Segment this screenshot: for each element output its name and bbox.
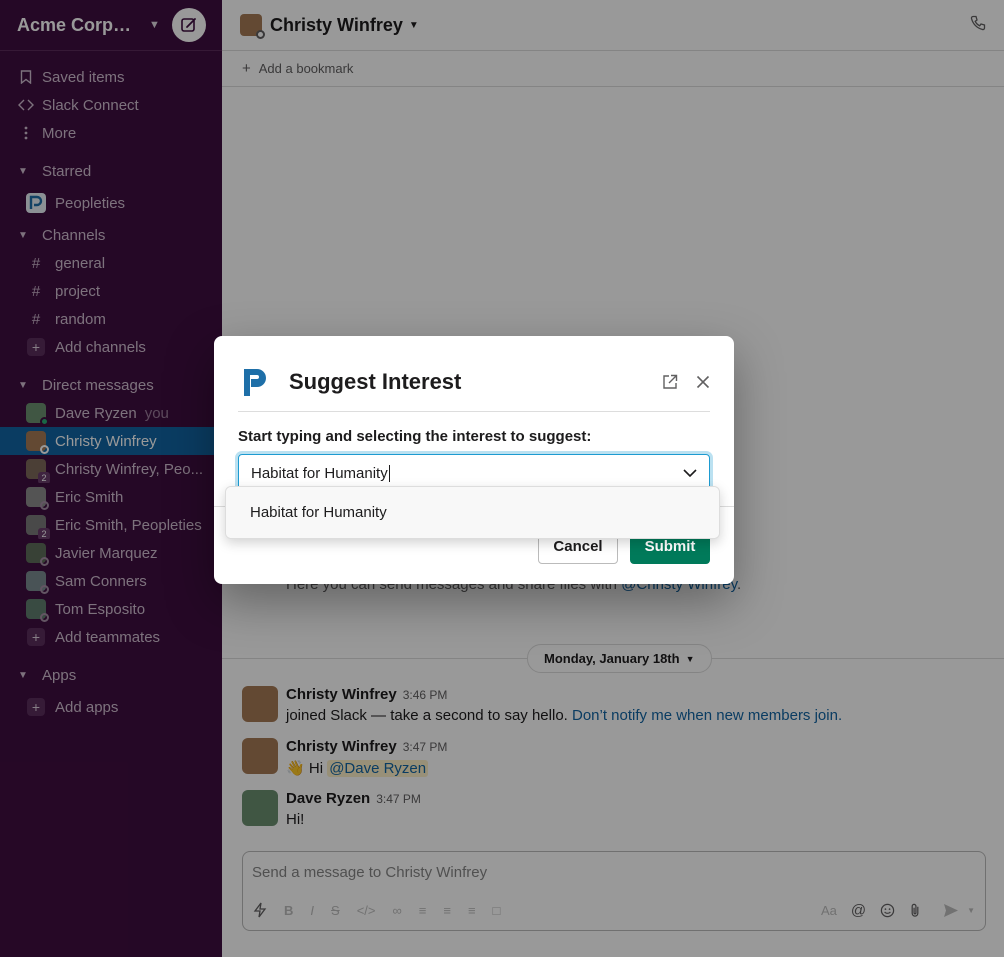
modal-header: Suggest Interest [238, 352, 710, 412]
chevron-down-icon[interactable] [683, 469, 697, 477]
peopleties-logo-icon [238, 364, 274, 400]
interest-dropdown: Habitat for Humanity [225, 486, 720, 539]
modal-title: Suggest Interest [289, 369, 462, 394]
open-in-new-icon[interactable] [662, 374, 678, 390]
dropdown-option[interactable]: Habitat for Humanity [226, 487, 719, 538]
field-label: Start typing and selecting the interest … [238, 428, 592, 445]
close-icon[interactable] [696, 375, 710, 389]
suggest-interest-modal: Suggest Interest Start typing and select… [214, 336, 734, 584]
